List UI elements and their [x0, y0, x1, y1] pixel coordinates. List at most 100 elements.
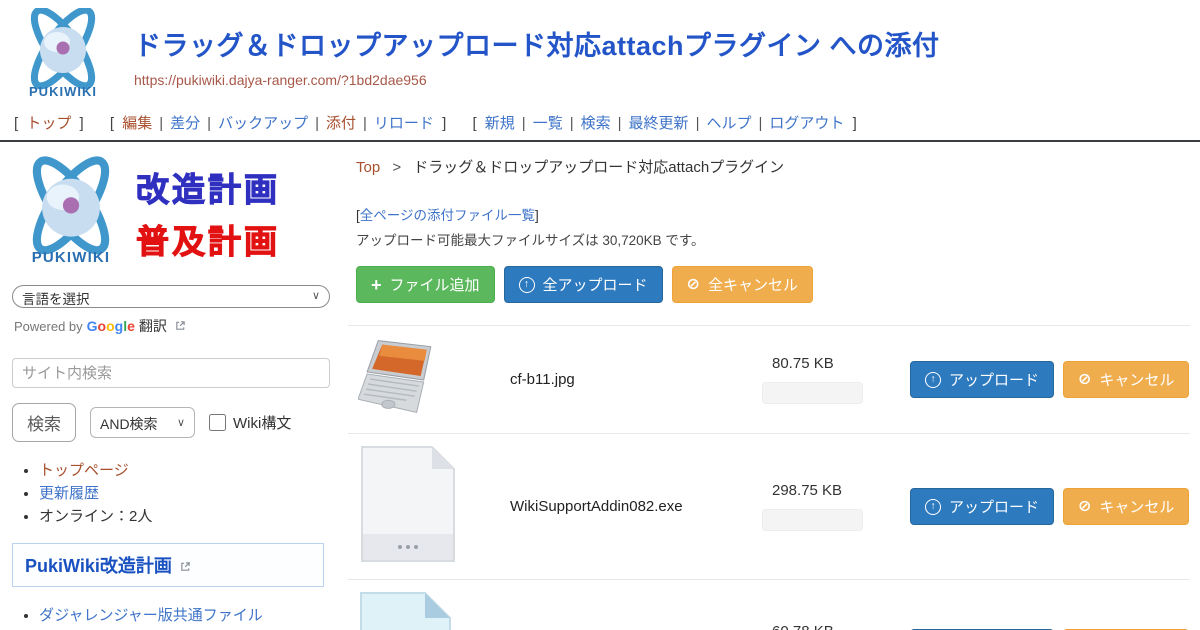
pukiwiki-attach-page: PUKIWIKI ドラッグ＆ドロップアップロード対応attachプラグイン への…: [0, 0, 1200, 630]
laptop-photo-thumbnail: [358, 404, 454, 421]
svg-text:PUKIWIKI: PUKIWIKI: [32, 249, 111, 266]
search-mode-value: AND検索: [100, 416, 158, 432]
nav-item-top[interactable]: トップ: [26, 115, 71, 132]
nav-item-edit[interactable]: 編集: [122, 115, 152, 132]
cancel-icon: ⊘: [1078, 372, 1091, 388]
sidebar-logo-text: 改造計画 普及計画: [136, 163, 280, 263]
upload-progress-bar: [762, 509, 863, 531]
nav-item-recent[interactable]: 最終更新: [629, 115, 689, 132]
pukiwiki-atom-logo-small-icon: PUKIWIKI: [12, 154, 130, 271]
wiki-syntax-checkbox[interactable]: [209, 414, 226, 431]
breadcrumb-home-link[interactable]: Top: [356, 159, 380, 176]
file-size: 298.75 KB: [772, 482, 894, 499]
file-row-contents-html: </> contents.html 60.78 KB ↑ アップロード: [348, 579, 1190, 630]
sidebar: PUKIWIKI 改造計画 普及計画 言語を選択 ∨ Powered by Go…: [0, 142, 340, 630]
upload-arrow-icon: ↑: [925, 499, 941, 515]
cancel-file-button[interactable]: ⊘ キャンセル: [1063, 488, 1189, 525]
file-thumbnail-cell: [348, 445, 510, 568]
nav-item-search[interactable]: 検索: [581, 115, 611, 132]
bracket: ]: [442, 115, 446, 132]
file-name: WikiSupportAddin082.exe: [510, 498, 762, 515]
sidebar-link-common-files[interactable]: ダジャレンジャー版共通ファイル: [39, 607, 263, 624]
language-select-value: 言語を選択: [22, 292, 90, 307]
file-thumbnail-cell: </>: [348, 591, 510, 630]
nav-item-attach[interactable]: 添付: [326, 115, 356, 132]
cancel-label: キャンセル: [1099, 369, 1174, 390]
chevron-down-icon: ∨: [177, 416, 185, 429]
google-logo: Google: [87, 318, 135, 334]
site-title-box: PukiWiki改造計画: [12, 543, 324, 587]
bracket: [: [110, 115, 114, 132]
sidebar-link-toppage[interactable]: トップページ: [39, 462, 129, 479]
nav-item-reload[interactable]: リロード: [374, 115, 434, 132]
list-item: トップページ: [39, 460, 324, 482]
add-file-button[interactable]: + ファイル追加: [356, 266, 495, 303]
pukiwiki-atom-logo-icon[interactable]: PUKIWIKI: [12, 8, 114, 105]
nav-group-page-actions: [ 編集|差分|バックアップ|添付|リロード ]: [106, 115, 450, 132]
separator: |: [207, 115, 211, 132]
upload-all-button[interactable]: ↑ 全アップロード: [504, 266, 663, 303]
nav-item-logout[interactable]: ログアウト: [769, 115, 844, 132]
file-meta-cell: 80.75 KB: [762, 355, 894, 404]
file-thumbnail-cell: [348, 337, 510, 422]
header-text-block: ドラッグ＆ドロップアップロード対応attachプラグイン への添付 https:…: [134, 8, 940, 88]
site-header: PUKIWIKI ドラッグ＆ドロップアップロード対応attachプラグイン への…: [0, 0, 1200, 105]
bracket: [: [14, 115, 18, 132]
upload-toolbar: + ファイル追加 ↑ 全アップロード ⊘ 全キャンセル: [356, 266, 1190, 303]
cancel-file-button[interactable]: ⊘ キャンセル: [1063, 361, 1189, 398]
list-item: 更新履歴: [39, 483, 324, 505]
upload-label: アップロード: [949, 496, 1039, 517]
cancel-icon: ⊘: [1078, 499, 1091, 515]
svg-text:PUKIWIKI: PUKIWIKI: [29, 84, 97, 99]
google-translate-attribution: Powered by Google 翻訳: [14, 316, 324, 336]
upload-file-button[interactable]: ↑ アップロード: [910, 361, 1054, 398]
separator: |: [618, 115, 622, 132]
online-count-label: オンライン：2人: [39, 508, 152, 525]
nav-item-new[interactable]: 新規: [485, 115, 515, 132]
site-title-link[interactable]: PukiWiki改造計画: [25, 556, 172, 576]
nav-item-list[interactable]: 一覧: [533, 115, 563, 132]
external-link-icon: [175, 319, 186, 334]
separator: |: [696, 115, 700, 132]
bracket: ]: [853, 115, 857, 132]
file-meta-cell: 298.75 KB: [762, 482, 894, 531]
generic-file-icon: [358, 550, 458, 567]
file-size: 80.75 KB: [772, 355, 894, 372]
file-row-wikisupportaddin: WikiSupportAddin082.exe 298.75 KB ↑ アップロ…: [348, 433, 1190, 579]
breadcrumb-separator: >: [392, 159, 401, 176]
bracket: ]: [80, 115, 84, 132]
nav-item-backup[interactable]: バックアップ: [218, 115, 308, 132]
sidebar-plugin-links: ダジャレンジャー版共通ファイル PukiWiki本体改造 PukiWikiテキス…: [12, 605, 324, 630]
all-pages-attach-list-link[interactable]: 全ページの添付ファイル一覧: [360, 208, 535, 223]
external-link-icon: [180, 559, 191, 577]
language-select[interactable]: 言語を選択 ∨: [12, 285, 330, 308]
search-mode-select[interactable]: AND検索 ∨: [90, 407, 195, 438]
cancel-all-button[interactable]: ⊘ 全キャンセル: [672, 266, 813, 303]
file-actions: ↑ アップロード ⊘ キャンセル: [910, 488, 1189, 525]
nav-item-diff[interactable]: 差分: [170, 115, 200, 132]
translate-label[interactable]: 翻訳: [139, 316, 167, 336]
separator: |: [570, 115, 574, 132]
cancel-all-label: 全キャンセル: [708, 274, 798, 295]
sidebar-quick-links: トップページ 更新履歴 オンライン：2人: [12, 460, 324, 527]
bracket: [: [472, 115, 476, 132]
search-button[interactable]: 検索: [12, 403, 76, 442]
sidebar-link-history[interactable]: 更新履歴: [39, 485, 99, 502]
search-controls-row: 検索 AND検索 ∨ Wiki構文: [12, 403, 324, 442]
upload-progress-bar: [762, 382, 863, 404]
top-navbar: [ トップ ] [ 編集 | 差分 | バックアップ | 添付 | リロード ] [ 新規 | 一覧…: [0, 105, 1200, 142]
site-search-input[interactable]: [12, 358, 330, 388]
bracket: ]: [535, 208, 539, 223]
file-name: cf-b11.jpg: [510, 371, 762, 388]
cancel-label: キャンセル: [1099, 496, 1174, 517]
file-size: 60.78 KB: [772, 623, 894, 630]
upload-file-button[interactable]: ↑ アップロード: [910, 488, 1054, 525]
sidebar-logo[interactable]: PUKIWIKI 改造計画 普及計画: [12, 154, 324, 271]
chevron-down-icon: ∨: [312, 289, 320, 302]
upload-file-list: cf-b11.jpg 80.75 KB ↑ アップロード ⊘ キャンセル: [348, 325, 1190, 630]
separator: |: [758, 115, 762, 132]
upload-label: アップロード: [949, 369, 1039, 390]
page-url[interactable]: https://pukiwiki.dajya-ranger.com/?1bd2d…: [134, 72, 940, 88]
nav-item-help[interactable]: ヘルプ: [706, 115, 751, 132]
page-title: ドラッグ＆ドロップアップロード対応attachプラグイン への添付: [134, 24, 940, 63]
